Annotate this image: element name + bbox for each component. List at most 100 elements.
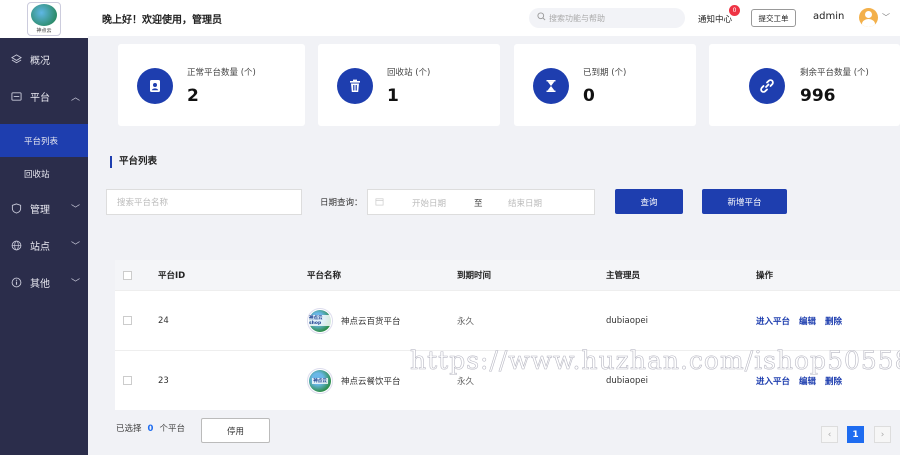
link-icon [749, 68, 785, 104]
username-label[interactable]: admin [813, 11, 844, 22]
notification-center-link[interactable]: 通知中心 [698, 13, 732, 25]
id-card-icon [137, 68, 173, 104]
chevron-down-icon: ﹀ [70, 205, 80, 215]
sidebar-item-overview[interactable]: 概况 [0, 41, 88, 78]
avatar-head [865, 11, 872, 18]
stat-value: 2 [187, 86, 199, 106]
stat-card-normal: 正常平台数量 (个) 2 [118, 44, 305, 126]
watermark-text: https://www.huzhan.com/ishop50558 [410, 346, 900, 376]
selected-count: 0 [147, 424, 154, 434]
sidebar-item-platform[interactable]: 平台 ︿ [0, 78, 88, 115]
chevron-up-icon: ︿ [70, 93, 80, 103]
platform-name-search-input[interactable]: 搜索平台名称 [106, 189, 302, 215]
add-platform-button[interactable]: 新增平台 [702, 189, 787, 214]
edit-link[interactable]: 编辑 [799, 315, 816, 327]
column-header: 到期时间 [457, 271, 492, 281]
stat-card-remaining: 剩余平台数量 (个) 996 [709, 44, 900, 126]
sidebar-item-label: 平台列表 [24, 136, 59, 147]
column-header: 操作 [756, 271, 774, 281]
end-date-placeholder[interactable]: 结束日期 [508, 197, 542, 209]
platform-name-cell: 神点云 神点云餐饮平台 [307, 351, 401, 410]
platform-logo-icon: 神点云shop [307, 307, 333, 334]
sidebar-item-sites[interactable]: 站点 ﹀ [0, 227, 88, 264]
range-separator: 至 [474, 199, 483, 209]
selection-summary: 已选择 0 个平台 [116, 422, 185, 434]
delete-link[interactable]: 删除 [825, 375, 842, 387]
greeting-text: 晚上好！欢迎使用，管理员 [102, 14, 222, 26]
enter-platform-link[interactable]: 进入平台 [756, 375, 790, 387]
brand-logo[interactable]: 神点云 [27, 2, 61, 36]
sidebar-item-recycle-bin[interactable]: 回收站 [0, 157, 88, 190]
stat-value: 1 [387, 86, 399, 106]
main-admin: dubiaopei [606, 315, 648, 326]
info-icon [10, 277, 22, 289]
next-page-button[interactable]: › [874, 426, 891, 443]
stat-value: 0 [583, 86, 595, 106]
shield-icon [10, 203, 22, 215]
platform-id: 24 [158, 315, 169, 326]
select-all-checkbox[interactable] [123, 270, 132, 280]
page-number-button[interactable]: 1 [847, 426, 864, 443]
section-title: 平台列表 [110, 156, 157, 168]
hourglass-icon [533, 68, 569, 104]
sidebar-item-manage[interactable]: 管理 ﹀ [0, 190, 88, 227]
start-date-placeholder[interactable]: 开始日期 [412, 197, 446, 209]
table-row: 24 神点云shop 神点云百货平台 永久 dubiaopei 进入平台 编辑 … [115, 290, 900, 350]
stat-label: 回收站 (个) [387, 68, 431, 78]
date-query-label: 日期查询： [320, 198, 363, 208]
notification-badge: 0 [729, 5, 740, 16]
row-select-cell [123, 351, 132, 410]
selected-prefix: 已选择 [116, 424, 142, 434]
sidebar-item-label: 其他 [30, 279, 50, 290]
logo-text: 神点云 [36, 28, 52, 34]
row-checkbox[interactable] [123, 316, 132, 325]
stat-label: 正常平台数量 (个) [187, 68, 256, 78]
logo-area: 神点云 [0, 0, 88, 38]
avatar-body [862, 19, 875, 27]
chevron-down-icon[interactable]: ﹀ [882, 12, 890, 23]
sidebar-item-other[interactable]: 其他 ﹀ [0, 264, 88, 301]
prev-page-button[interactable]: ‹ [821, 426, 838, 443]
platform-id: 23 [158, 375, 169, 386]
row-checkbox[interactable] [123, 376, 132, 385]
delete-link[interactable]: 删除 [825, 315, 842, 327]
sidebar-item-platform-list[interactable]: 平台列表 [0, 124, 88, 157]
avatar[interactable] [859, 8, 878, 27]
selected-suffix: 个平台 [159, 424, 185, 434]
platform-name-cell: 神点云shop 神点云百货平台 [307, 291, 401, 350]
stat-card-recycle: 回收站 (个) 1 [318, 44, 500, 126]
column-header: 平台ID [158, 271, 186, 281]
topbar: 晚上好！欢迎使用，管理员 搜索功能与帮助 通知中心 0 提交工单 admin ﹀ [88, 0, 900, 36]
logo-text: 神点云 [312, 377, 328, 384]
platform-name: 神点云餐饮平台 [341, 376, 401, 387]
edit-link[interactable]: 编辑 [799, 375, 816, 387]
search-input[interactable]: 搜索功能与帮助 [529, 8, 685, 28]
sidebar: 神点云 概况 平台 ︿ 平台列表 回收站 管理 ﹀ 站点 ﹀ 其他 ﹀ [0, 0, 88, 455]
stat-card-expired: 已到期 (个) 0 [514, 44, 696, 126]
layers-icon [10, 54, 22, 66]
chevron-down-icon: ﹀ [70, 279, 80, 289]
platform-table: 平台ID 平台名称 到期时间 主管理员 操作 24 神点云shop 神点云百货平… [115, 260, 900, 410]
logo-emblem-icon [31, 4, 57, 26]
sidebar-item-label: 概况 [30, 56, 50, 67]
calendar-icon [375, 197, 384, 209]
platform-logo-icon: 神点云 [307, 367, 333, 394]
sidebar-item-label: 站点 [30, 242, 50, 253]
logo-text: 神点云shop [308, 315, 332, 326]
date-range-picker[interactable]: 开始日期 至 结束日期 [367, 189, 595, 215]
search-icon [537, 12, 546, 24]
sidebar-item-label: 管理 [30, 205, 50, 216]
column-header: 平台名称 [307, 271, 342, 281]
trash-icon [337, 68, 373, 104]
select-all-cell [123, 260, 132, 290]
input-placeholder: 搜索平台名称 [117, 198, 169, 208]
expire-time: 永久 [457, 316, 475, 327]
enter-platform-link[interactable]: 进入平台 [756, 315, 790, 327]
query-button[interactable]: 查询 [615, 189, 683, 214]
disable-button[interactable]: 停用 [201, 418, 270, 443]
stat-value: 996 [800, 86, 836, 106]
submit-ticket-button[interactable]: 提交工单 [751, 9, 796, 27]
table-header: 平台ID 平台名称 到期时间 主管理员 操作 [115, 260, 900, 290]
column-header: 主管理员 [606, 271, 641, 281]
platform-name: 神点云百货平台 [341, 316, 401, 327]
